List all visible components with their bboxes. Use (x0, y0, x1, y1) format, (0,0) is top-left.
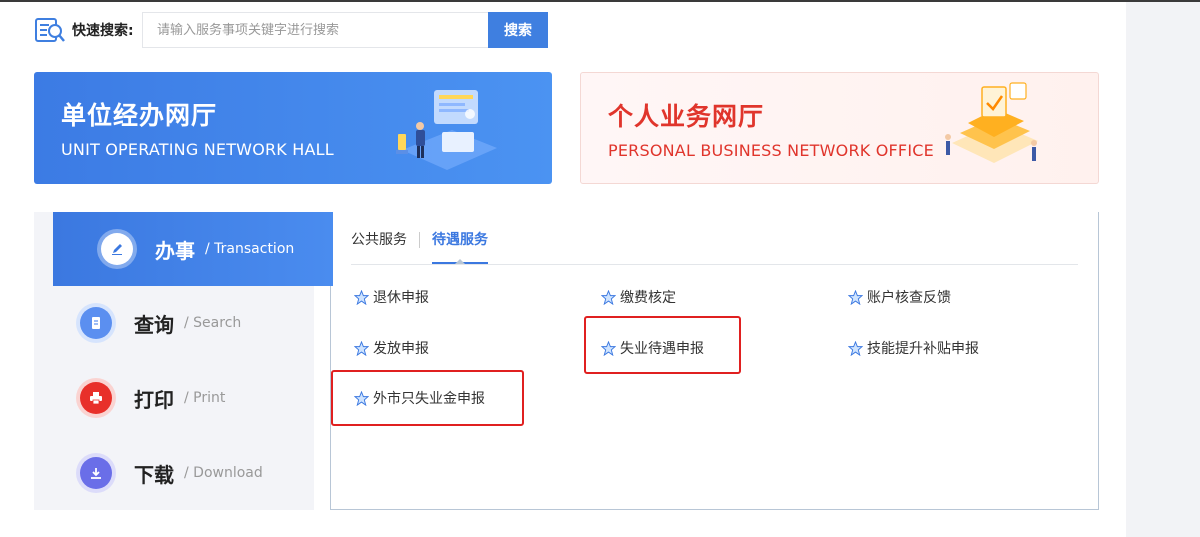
service-label: 技能提升补贴申报 (867, 341, 979, 357)
personal-hall-banner[interactable]: 个人业务网厅 PERSONAL BUSINESS NETWORK OFFICE (580, 72, 1099, 184)
side-nav-label: 办事 (155, 238, 195, 263)
side-nav-item-download[interactable]: 下载 / Download (34, 436, 314, 510)
right-scroll-gutter (1126, 2, 1200, 537)
star-icon (848, 340, 863, 356)
search-icon (34, 14, 66, 46)
tab-label: 待遇服务 (432, 232, 488, 248)
side-nav-item-transaction[interactable]: 办事 / Transaction (53, 212, 333, 286)
tab-underline (351, 264, 1078, 265)
service-label: 发放申报 (373, 341, 429, 357)
service-item-account-check[interactable]: 账户核查反馈 (848, 287, 951, 307)
star-icon (354, 340, 369, 356)
star-icon (354, 289, 369, 305)
quick-search-bar: 快速搜索: 搜索 (34, 12, 548, 48)
highlight-box-other-city (331, 370, 524, 426)
document-icon (80, 307, 112, 339)
service-label: 退休申报 (373, 290, 429, 306)
side-nav-label: 下载 (134, 462, 174, 487)
download-icon (80, 457, 112, 489)
window-top-border (0, 0, 1200, 2)
highlight-box-unemployment (584, 316, 741, 374)
side-nav-label: 打印 (134, 387, 174, 412)
service-label: 缴费核定 (620, 290, 676, 306)
star-icon (848, 289, 863, 305)
tab-divider (419, 232, 420, 248)
side-nav-sublabel: / Download (184, 465, 263, 481)
unit-hall-title: 单位经办网厅 (61, 101, 218, 130)
side-nav-sublabel: / Search (184, 315, 242, 331)
search-label: 快速搜索: (72, 23, 134, 39)
tab-public-service[interactable]: 公共服务 (351, 226, 407, 264)
personal-business-illustration (938, 81, 1048, 177)
service-item-skill-subsidy[interactable]: 技能提升补贴申报 (848, 338, 979, 358)
service-item-retirement[interactable]: 退休申报 (354, 287, 429, 307)
search-input[interactable] (142, 12, 488, 48)
personal-hall-title: 个人业务网厅 (608, 102, 765, 131)
service-label: 账户核查反馈 (867, 290, 951, 306)
office-desk-illustration (392, 80, 502, 176)
star-icon (601, 289, 616, 305)
side-nav-sublabel: / Transaction (205, 241, 295, 257)
pen-icon (101, 233, 133, 265)
search-button[interactable]: 搜索 (488, 12, 548, 48)
side-nav-label: 查询 (134, 312, 174, 337)
side-nav-item-search[interactable]: 查询 / Search (34, 286, 314, 360)
side-nav-sublabel: / Print (184, 390, 226, 406)
service-item-payment[interactable]: 发放申报 (354, 338, 429, 358)
unit-hall-subtitle: UNIT OPERATING NETWORK HALL (61, 140, 334, 159)
tab-benefit-service[interactable]: 待遇服务 (432, 226, 488, 264)
service-item-contribution[interactable]: 缴费核定 (601, 287, 676, 307)
printer-icon (80, 382, 112, 414)
side-nav-item-print[interactable]: 打印 / Print (34, 361, 314, 435)
personal-hall-subtitle: PERSONAL BUSINESS NETWORK OFFICE (608, 141, 934, 160)
unit-hall-banner[interactable]: 单位经办网厅 UNIT OPERATING NETWORK HALL (34, 72, 552, 184)
service-tabs: 公共服务 待遇服务 (351, 226, 488, 264)
